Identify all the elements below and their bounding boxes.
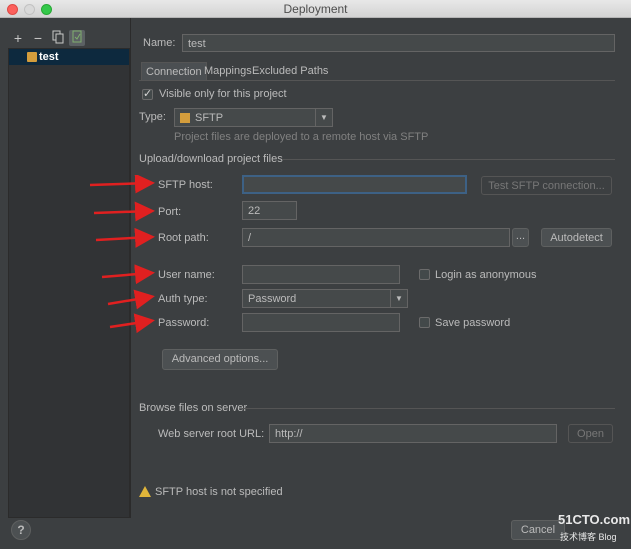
sftp-host-label: SFTP host: — [158, 179, 213, 191]
user-name-input[interactable] — [242, 265, 400, 284]
list-item[interactable]: test — [9, 49, 129, 65]
sftp-host-input[interactable] — [242, 175, 467, 194]
web-root-label: Web server root URL: — [158, 428, 265, 440]
login-anonymous-label: Login as anonymous — [435, 269, 537, 281]
type-hint: Project files are deployed to a remote h… — [174, 131, 429, 143]
list-item-label: test — [39, 51, 59, 63]
chevron-down-icon: ▼ — [390, 290, 407, 307]
root-path-input[interactable]: / — [242, 228, 510, 247]
watermark-sub: 技术博客 Blog — [560, 532, 617, 542]
type-label: Type: — [139, 111, 166, 123]
name-field[interactable]: test — [182, 34, 615, 52]
port-label: Port: — [158, 206, 182, 218]
arrow-auth-type — [107, 289, 155, 310]
type-value: SFTP — [195, 112, 224, 124]
use-as-default-icon[interactable] — [69, 30, 85, 46]
root-path-label: Root path: — [158, 232, 209, 244]
window-title: Deployment — [283, 2, 348, 16]
tab-connection[interactable]: Connection — [141, 62, 207, 80]
auth-type-value: Password — [248, 293, 297, 305]
advanced-options-button[interactable]: Advanced options... — [162, 349, 278, 370]
annotation-arrows — [89, 175, 155, 334]
tab-underline — [139, 80, 615, 81]
copy-icon[interactable] — [50, 30, 66, 46]
visible-only-checkbox[interactable] — [142, 87, 153, 100]
sftp-type-icon — [180, 113, 190, 123]
arrow-root-path — [95, 227, 155, 248]
sftp-server-icon — [27, 52, 37, 62]
section-divider — [242, 408, 615, 409]
arrow-user-name — [101, 264, 155, 285]
save-password-label: Save password — [435, 317, 511, 329]
password-label: Password: — [158, 317, 210, 329]
browse-button[interactable]: ... — [512, 228, 529, 247]
warning-icon — [139, 486, 151, 497]
web-root-input[interactable]: http:// — [269, 424, 557, 443]
test-sftp-connection-button[interactable]: Test SFTP connection... — [481, 176, 612, 195]
user-name-label: User name: — [158, 269, 215, 281]
name-label: Name: — [143, 37, 176, 49]
type-select[interactable]: SFTP ▼ — [174, 108, 333, 127]
port-input[interactable]: 22 — [242, 201, 297, 220]
autodetect-button[interactable]: Autodetect — [541, 228, 612, 247]
cancel-button[interactable]: Cancel — [511, 520, 565, 540]
chevron-down-icon: ▼ — [315, 109, 332, 126]
help-button[interactable]: ? — [11, 520, 31, 540]
arrow-password — [109, 313, 155, 334]
arrow-sftp-host — [89, 175, 155, 194]
title-bar: Deployment — [0, 0, 631, 18]
add-icon[interactable]: + — [10, 30, 26, 46]
save-password-checkbox[interactable] — [419, 317, 430, 328]
arrow-port — [93, 201, 155, 222]
section-divider — [282, 159, 615, 160]
auth-type-label: Auth type: — [158, 293, 208, 305]
open-button[interactable]: Open — [568, 424, 613, 443]
auth-type-select[interactable]: Password ▼ — [242, 289, 408, 308]
upload-section-title: Upload/download project files — [139, 153, 283, 165]
password-input[interactable] — [242, 313, 400, 332]
tab-excluded-paths[interactable]: Excluded Paths — [248, 62, 332, 80]
login-anonymous-checkbox[interactable] — [419, 269, 430, 280]
remove-icon[interactable]: − — [30, 30, 46, 46]
watermark: 51CTO.com — [558, 512, 631, 527]
browse-section-title: Browse files on server — [139, 402, 248, 414]
warning-text: SFTP host is not specified — [155, 486, 283, 498]
visible-only-label: Visible only for this project — [159, 88, 287, 100]
